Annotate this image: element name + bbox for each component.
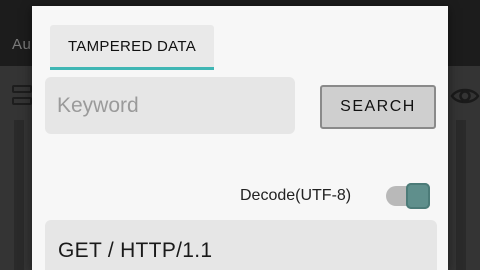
tab-active-indicator <box>50 67 214 70</box>
tampered-data-dialog: TAMPERED DATA SEARCH Decode(UTF-8) GET /… <box>32 6 448 270</box>
request-data-box[interactable]: GET / HTTP/1.1 <box>45 220 437 270</box>
request-first-line: GET / HTTP/1.1 <box>58 239 213 262</box>
background-title: Au <box>12 36 32 53</box>
search-button[interactable]: SEARCH <box>320 85 436 129</box>
toggle-thumb <box>406 183 430 209</box>
eye-icon <box>450 88 480 104</box>
tab-tampered-data[interactable]: TAMPERED DATA <box>50 25 214 69</box>
decode-utf8-label: Decode(UTF-8) <box>240 187 352 204</box>
background-column-right <box>456 120 466 270</box>
keyword-search-input[interactable] <box>45 77 295 134</box>
decode-utf8-toggle[interactable] <box>384 181 432 211</box>
background-column-left <box>14 120 24 270</box>
tab-label: TAMPERED DATA <box>67 38 197 55</box>
list-icon <box>12 85 34 109</box>
